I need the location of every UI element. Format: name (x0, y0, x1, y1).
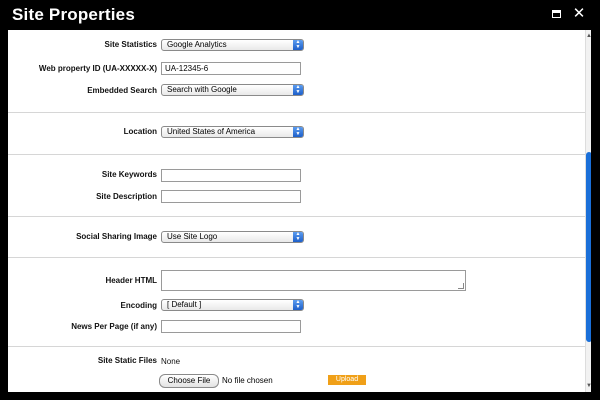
site-properties-window: Site Properties ✕ Site Statistics Google… (0, 0, 600, 400)
window-maximize-icon[interactable] (549, 7, 563, 21)
window-title: Site Properties (12, 5, 135, 24)
site-keywords-input[interactable] (161, 169, 301, 182)
file-status-text: No file chosen (222, 376, 273, 385)
section-divider (8, 216, 585, 217)
news-per-page-label: News Per Page (if any) (71, 322, 157, 331)
embedded-search-label: Embedded Search (87, 86, 157, 95)
properties-panel: Site Statistics Google Analytics ▲ ▼ Web … (8, 30, 591, 392)
encoding-select[interactable]: [ Default ] ▲ ▼ (161, 299, 304, 311)
location-label: Location (123, 127, 157, 136)
location-select[interactable]: United States of America ▲ ▼ (161, 126, 304, 138)
news-per-page-input[interactable] (161, 320, 301, 333)
encoding-value: [ Default ] (167, 300, 202, 309)
location-value: United States of America (167, 127, 256, 136)
scroll-down-icon[interactable]: ▼ (586, 382, 591, 390)
site-description-input[interactable] (161, 190, 301, 203)
social-sharing-image-select[interactable]: Use Site Logo ▲ ▼ (161, 231, 304, 243)
section-divider (8, 112, 585, 113)
web-property-id-label: Web property ID (UA-XXXXX-X) (38, 64, 157, 73)
section-divider (8, 346, 585, 347)
close-icon[interactable]: ✕ (572, 6, 586, 21)
select-arrows-icon: ▲ ▼ (293, 127, 303, 137)
choose-file-button[interactable]: Choose File (159, 374, 219, 388)
site-keywords-label: Site Keywords (101, 170, 157, 179)
select-arrows-icon: ▲ ▼ (293, 40, 303, 50)
header-html-label: Header HTML (105, 276, 157, 285)
social-sharing-image-label: Social Sharing Image (76, 232, 157, 241)
site-statistics-select[interactable]: Google Analytics ▲ ▼ (161, 39, 304, 51)
site-description-label: Site Description (96, 192, 157, 201)
section-divider (8, 154, 585, 155)
section-divider (8, 257, 585, 258)
select-arrows-icon: ▲ ▼ (293, 85, 303, 95)
vertical-scrollbar[interactable]: ▲ ▼ (585, 30, 591, 392)
site-statistics-label: Site Statistics (104, 40, 157, 49)
title-bar: Site Properties ✕ (0, 0, 600, 30)
site-statistics-value: Google Analytics (167, 40, 227, 49)
scroll-up-icon[interactable]: ▲ (586, 32, 591, 40)
header-html-textarea[interactable] (161, 270, 466, 291)
site-static-files-value: None (161, 357, 181, 366)
resize-grip-icon[interactable] (458, 283, 464, 289)
encoding-label: Encoding (120, 301, 157, 310)
social-sharing-image-value: Use Site Logo (167, 232, 218, 241)
embedded-search-select[interactable]: Search with Google ▲ ▼ (161, 84, 304, 96)
upload-button[interactable]: Upload (328, 375, 366, 385)
select-arrows-icon: ▲ ▼ (293, 300, 303, 310)
scrollbar-thumb[interactable] (586, 152, 591, 342)
web-property-id-input[interactable]: UA-12345-6 (161, 62, 301, 75)
embedded-search-value: Search with Google (167, 85, 237, 94)
select-arrows-icon: ▲ ▼ (293, 232, 303, 242)
site-static-files-label: Site Static Files (97, 356, 157, 365)
